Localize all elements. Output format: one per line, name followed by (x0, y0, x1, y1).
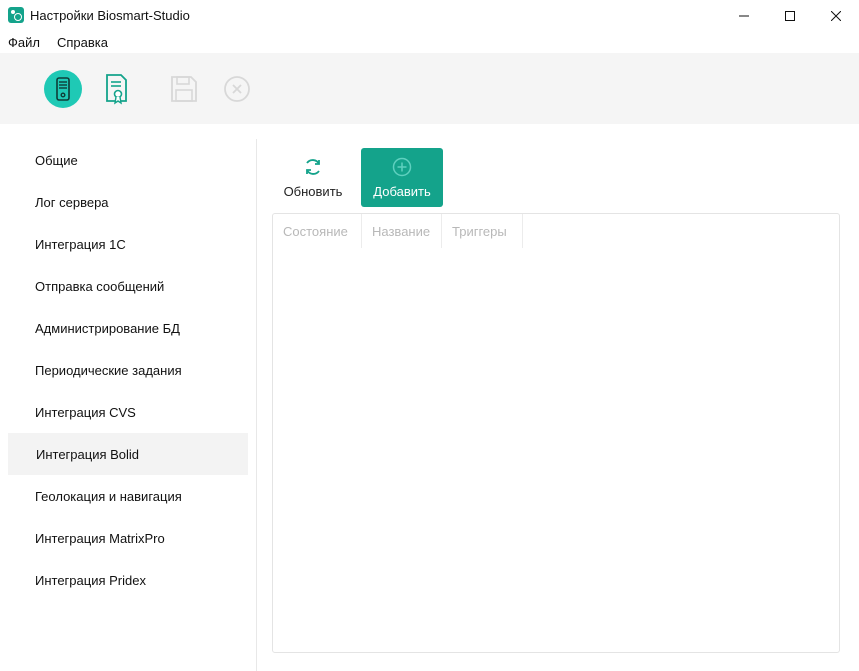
column-header-triggers[interactable]: Триггеры (442, 214, 523, 248)
sidebar-item-cvs-integration[interactable]: Интеграция CVS (8, 391, 248, 433)
certificate-document-icon (106, 74, 127, 105)
sidebar-item-server-log[interactable]: Лог сервера (8, 181, 248, 223)
column-header-name[interactable]: Название (362, 214, 442, 248)
server-icon (44, 70, 82, 108)
sidebar-divider (256, 139, 257, 671)
maximize-icon (785, 10, 795, 21)
close-icon (831, 10, 841, 21)
minimize-button[interactable] (721, 0, 767, 31)
menu-bar: Файл Справка (0, 31, 859, 53)
refresh-label: Обновить (283, 184, 343, 199)
app-icon (8, 7, 24, 23)
column-header-state[interactable]: Состояние (273, 214, 362, 248)
window-title: Настройки Biosmart-Studio (30, 8, 190, 23)
title-bar: Настройки Biosmart-Studio (0, 0, 859, 31)
sidebar-item-db-admin[interactable]: Администрирование БД (8, 307, 248, 349)
minimize-icon (739, 15, 749, 16)
plus-circle-icon (391, 156, 413, 178)
save-button[interactable] (165, 70, 203, 108)
sidebar-item-general[interactable]: Общие (8, 139, 248, 181)
sidebar-item-periodic-tasks[interactable]: Периодические задания (8, 349, 248, 391)
sidebar-item-1c-integration[interactable]: Интеграция 1С (8, 223, 248, 265)
menu-help[interactable]: Справка (57, 35, 108, 50)
sidebar-item-bolid-integration[interactable]: Интеграция Bolid (8, 433, 248, 475)
license-button[interactable] (97, 70, 135, 108)
triggers-table: Состояние Название Триггеры (272, 213, 840, 653)
cancel-button[interactable] (218, 70, 256, 108)
sidebar-item-pridex-integration[interactable]: Интеграция Pridex (8, 559, 248, 601)
close-circle-icon (224, 76, 250, 102)
sidebar-item-matrixpro-integration[interactable]: Интеграция MatrixPro (8, 517, 248, 559)
sidebar-item-messaging[interactable]: Отправка сообщений (8, 265, 248, 307)
toolbar (0, 53, 859, 124)
server-settings-button[interactable] (44, 70, 82, 108)
add-button[interactable]: Добавить (361, 148, 443, 207)
table-header: Состояние Название Триггеры (273, 214, 523, 248)
refresh-button[interactable]: Обновить (275, 148, 351, 207)
menu-file[interactable]: Файл (8, 35, 40, 50)
save-icon (171, 76, 197, 102)
maximize-button[interactable] (767, 0, 813, 31)
sidebar-item-geolocation[interactable]: Геолокация и навигация (8, 475, 248, 517)
add-label: Добавить (373, 184, 431, 199)
refresh-icon (302, 156, 324, 178)
close-window-button[interactable] (813, 0, 859, 31)
